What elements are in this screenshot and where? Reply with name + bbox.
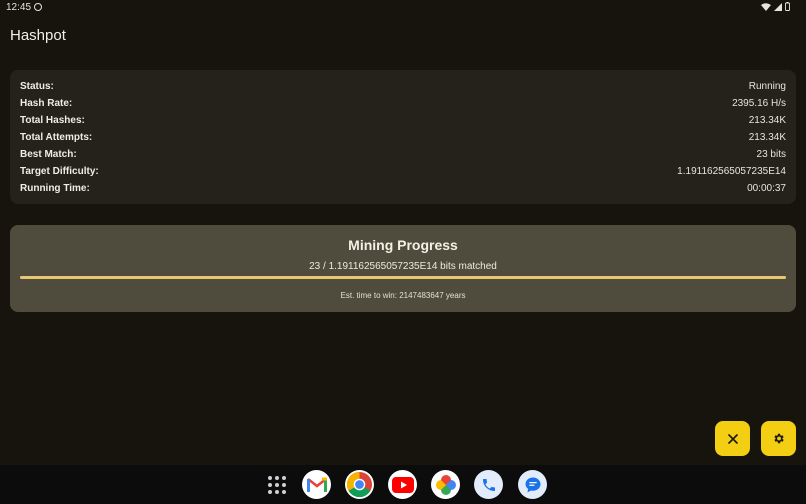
stat-value: 23 bits — [756, 149, 786, 160]
gmail-icon[interactable] — [302, 470, 331, 499]
stat-value: 2395.16 H/s — [732, 98, 786, 109]
mining-progress-card: Mining Progress 23 / 1.191162565057235E1… — [10, 225, 796, 312]
progress-title: Mining Progress — [348, 237, 458, 253]
youtube-icon[interactable] — [388, 470, 417, 499]
stat-label: Status: — [20, 81, 54, 92]
progress-bar — [20, 276, 786, 279]
app-title: Hashpot — [10, 27, 66, 44]
close-icon — [727, 433, 738, 444]
stat-row-total-hashes: Total Hashes: 213.34K — [20, 112, 786, 129]
stat-label: Best Match: — [20, 149, 77, 160]
cell-signal-icon — [774, 2, 782, 11]
progress-matched-text: 23 / 1.191162565057235E14 bits matched — [309, 261, 497, 272]
stat-value: Running — [748, 81, 786, 92]
stat-row-target-difficulty: Target Difficulty: 1.191162565057235E14 — [20, 163, 786, 180]
battery-icon — [785, 2, 790, 11]
progress-bar-fill — [20, 276, 786, 279]
stat-label: Target Difficulty: — [20, 166, 99, 177]
gear-icon — [774, 433, 784, 444]
stat-label: Total Hashes: — [20, 115, 85, 126]
wifi-icon — [761, 2, 771, 11]
settings-button[interactable] — [761, 421, 796, 456]
app-drawer-icon[interactable] — [268, 476, 286, 494]
stat-row-total-attempts: Total Attempts: 213.34K — [20, 129, 786, 146]
status-bar: 12:45 — [0, 0, 806, 16]
estimated-time-text: Est. time to win: 2147483647 years — [340, 291, 466, 300]
stat-value: 00:00:37 — [747, 183, 786, 194]
phone-icon[interactable] — [474, 470, 503, 499]
stat-value: 213.34K — [748, 132, 786, 143]
stat-row-best-match: Best Match: 23 bits — [20, 146, 786, 163]
stat-value: 213.34K — [748, 115, 786, 126]
stat-label: Hash Rate: — [20, 98, 73, 109]
stat-value: 1.191162565057235E14 — [677, 166, 786, 177]
stat-row-status: Status: Running — [20, 78, 786, 95]
stat-label: Running Time: — [20, 183, 90, 194]
messages-icon[interactable] — [518, 470, 547, 499]
stop-button[interactable] — [715, 421, 750, 456]
notification-icon — [34, 3, 42, 11]
photos-icon[interactable] — [431, 470, 460, 499]
status-indicators — [761, 2, 790, 11]
stats-card: Status: Running Hash Rate: 2395.16 H/s T… — [10, 70, 796, 204]
stat-row-running-time: Running Time: 00:00:37 — [20, 180, 786, 197]
app-dock — [0, 465, 806, 504]
stat-row-hash-rate: Hash Rate: 2395.16 H/s — [20, 95, 786, 112]
stat-label: Total Attempts: — [20, 132, 93, 143]
chrome-icon[interactable] — [345, 470, 374, 499]
status-time: 12:45 — [6, 2, 32, 13]
